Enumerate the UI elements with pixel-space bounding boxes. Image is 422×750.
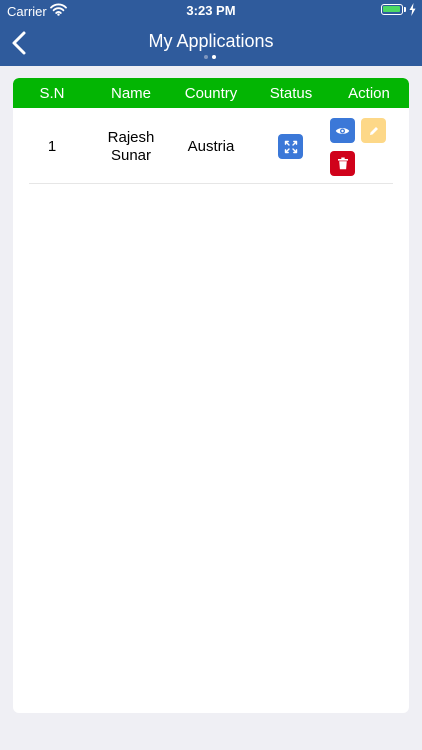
page-title: My Applications — [148, 31, 274, 51]
view-button[interactable] — [330, 118, 355, 143]
charging-bolt-icon — [409, 3, 416, 19]
delete-button[interactable] — [330, 151, 355, 176]
edit-button[interactable] — [361, 118, 386, 143]
row-divider — [29, 183, 393, 184]
row-name-last: Sunar — [110, 147, 152, 164]
page-dot-inactive — [204, 55, 208, 59]
page-indicator — [204, 55, 220, 59]
column-sn: S.N — [39, 85, 65, 102]
column-name: Name — [110, 85, 151, 102]
expand-icon — [284, 140, 297, 153]
row-name-first: Rajesh — [107, 129, 155, 146]
trash-icon — [337, 157, 348, 170]
status-time: 3:23 PM — [186, 3, 236, 18]
pencil-icon — [369, 126, 378, 135]
column-action: Action — [348, 85, 390, 102]
table-header: S.N Name Country Status Action — [13, 78, 409, 108]
page-dot-active — [212, 55, 216, 59]
status-bar: Carrier 3:23 PM — [0, 0, 422, 22]
battery-icon — [381, 4, 403, 15]
eye-icon — [335, 127, 350, 134]
status-button[interactable] — [278, 134, 303, 159]
column-status: Status — [269, 85, 313, 102]
battery-cap — [404, 7, 406, 12]
row-sn: 1 — [47, 138, 57, 155]
applications-card: S.N Name Country Status Action 1 Rajesh … — [13, 78, 409, 713]
column-country: Country — [184, 85, 238, 102]
row-country: Austria — [187, 138, 235, 155]
app-header: Carrier 3:23 PM My Applications — [0, 0, 422, 66]
